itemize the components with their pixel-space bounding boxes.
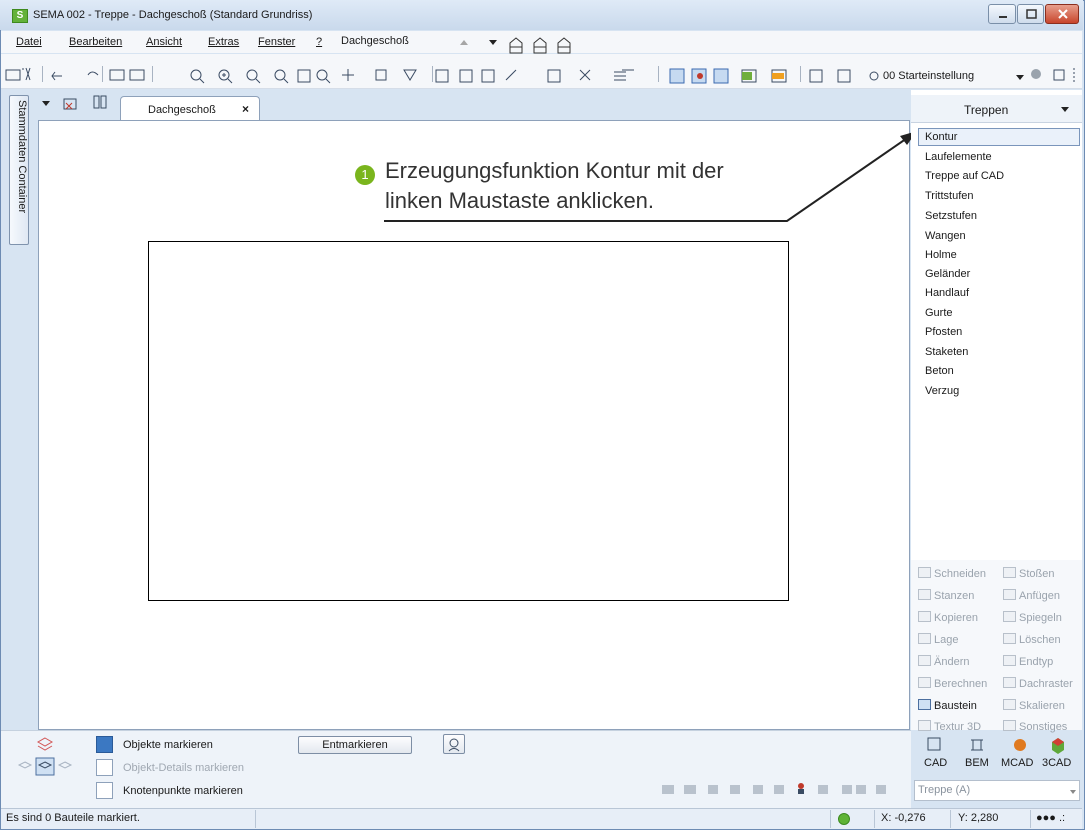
status-divider bbox=[255, 810, 256, 828]
filter-icons[interactable] bbox=[0, 0, 1085, 830]
status-divider bbox=[950, 810, 951, 828]
coord-y: Y: 2,280 bbox=[958, 812, 999, 824]
coord-x: X: -0,276 bbox=[881, 812, 926, 824]
status-indicator bbox=[838, 813, 850, 825]
status-message: Es sind 0 Bauteile markiert. bbox=[6, 812, 140, 824]
status-divider bbox=[1030, 810, 1031, 828]
status-divider bbox=[830, 810, 831, 828]
status-divider bbox=[874, 810, 875, 828]
status-dots: ●●● .: bbox=[1036, 812, 1066, 824]
